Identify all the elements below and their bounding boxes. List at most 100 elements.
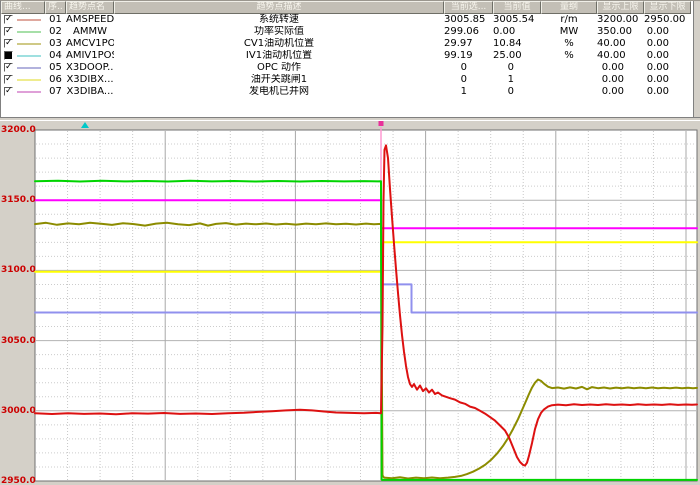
column-header-unit[interactable]: 量纲 [541, 1, 597, 14]
unit: % [541, 38, 597, 50]
point-name: X3DIBX... [66, 74, 114, 86]
curve-color-swatch [17, 55, 41, 57]
y-axis-tick-label: 3100.0 [1, 265, 33, 275]
current-value: 10.84 [493, 38, 541, 50]
row-index: 02 [45, 26, 66, 38]
curve-cell: ✓ [1, 62, 45, 74]
point-name: AMSPEED [66, 14, 114, 26]
display-upper-limit: 40.00 [597, 38, 644, 50]
display-upper-limit: 0.00 [597, 86, 644, 98]
column-header-point-name[interactable]: 趋势点名 [66, 1, 114, 14]
display-upper-limit: 350.00 [597, 26, 644, 38]
display-lower-limit: 0.00 [644, 38, 691, 50]
point-description: CV1油动机位置 [114, 38, 444, 50]
current-selected-value: 299.06 [444, 26, 493, 38]
y-axis-tick-label: 3150.0 [1, 195, 33, 205]
current-value: 1 [493, 74, 541, 86]
display-upper-limit: 0.00 [597, 74, 644, 86]
column-header-display-lower-limit[interactable]: 显示下限 [644, 1, 691, 14]
signal-table-body: ✓01AMSPEED系统转速3005.853005.54r/m3200.0029… [1, 14, 700, 98]
current-selected-value: 1 [444, 86, 493, 98]
row-index: 06 [45, 74, 66, 86]
curve-color-swatch [17, 19, 41, 21]
column-header-selected-value[interactable]: 当前选... [444, 1, 493, 14]
time-cursor-marker[interactable] [379, 121, 384, 126]
current-value: 0 [493, 62, 541, 74]
unit [541, 74, 597, 86]
unit [541, 86, 597, 98]
display-upper-limit: 40.00 [597, 50, 644, 62]
point-name: X3DOOP... [66, 62, 114, 74]
curve-cell: ✓ [1, 14, 45, 26]
display-lower-limit: 0.00 [644, 62, 691, 74]
current-selected-value: 3005.85 [444, 14, 493, 26]
unit: % [541, 50, 597, 62]
display-lower-limit: 2950.00 [644, 14, 691, 26]
signal-table-header: 曲线...序..趋势点名趋势点描述当前选...当前值量纲显示上限显示下限 [1, 1, 700, 14]
column-header-index[interactable]: 序.. [45, 1, 66, 14]
point-name: X3DIBA... [66, 86, 114, 98]
row-index: 07 [45, 86, 66, 98]
unit: r/m [541, 14, 597, 26]
signal-row[interactable]: ✓03AMCV1POSICV1油动机位置29.9710.84%40.000.00 [1, 38, 700, 50]
y-axis-tick-label: 2950.0 [1, 476, 33, 485]
signal-row[interactable]: ✓ 01AMSPEED系统转速3005.853005.54r/m3200.0029… [1, 14, 700, 26]
display-lower-limit: 0.00 [644, 74, 691, 86]
visibility-checkbox[interactable]: ✓ [4, 75, 13, 84]
display-upper-limit: 3200.00 [597, 14, 644, 26]
row-index: 01 [45, 14, 66, 26]
column-header-display-upper-limit[interactable]: 显示上限 [597, 1, 644, 14]
curve-color-swatch [17, 43, 41, 45]
row-index: 04 [45, 50, 66, 62]
visibility-checkbox[interactable] [4, 51, 13, 60]
signal-row[interactable]: ✓ 06X3DIBX...油开关跳闸101 0.000.00 [1, 74, 700, 86]
curve-color-swatch [17, 91, 41, 93]
curve-cell: ✓ [1, 74, 45, 86]
trend-chart[interactable] [0, 121, 700, 485]
point-description: 系统转速 [114, 14, 444, 26]
current-value: 3005.54 [493, 14, 541, 26]
signal-row[interactable]: ✓02AMMW功率实际值299.060.00MW350.000.00 [1, 26, 700, 38]
visibility-checkbox[interactable]: ✓ [4, 87, 13, 96]
signal-row[interactable]: ✓07X3DIBA...发电机已并网100.000.00 [1, 86, 700, 98]
visibility-checkbox[interactable]: ✓ [4, 39, 13, 48]
display-lower-limit: 0.00 [644, 26, 691, 38]
visibility-checkbox[interactable]: ✓ [4, 63, 13, 72]
curve-cell: ✓ [1, 86, 45, 98]
display-lower-limit: 0.00 [644, 86, 691, 98]
point-description: 油开关跳闸1 [114, 74, 444, 86]
current-selected-value: 29.97 [444, 38, 493, 50]
curve-cell: ✓ [1, 26, 45, 38]
y-axis-tick-label: 3050.0 [1, 336, 33, 346]
visibility-checkbox[interactable]: ✓ [4, 15, 13, 24]
curve-color-swatch [17, 67, 41, 69]
plot-area [35, 130, 697, 481]
curve-cell [1, 50, 45, 62]
point-name: AMIV1POSI [66, 50, 114, 62]
signal-row[interactable]: 04AMIV1POSIIV1油动机位置99.1925.00%40.000.00 [1, 50, 700, 62]
current-value: 0 [493, 86, 541, 98]
current-value: 25.00 [493, 50, 541, 62]
table-scrollbar-strip[interactable] [693, 1, 700, 117]
point-description: OPC 动作 [114, 62, 444, 74]
signal-table: 曲线...序..趋势点名趋势点描述当前选...当前值量纲显示上限显示下限 ✓01… [0, 0, 700, 117]
curve-color-swatch [17, 31, 41, 33]
point-description: 功率实际值 [114, 26, 444, 38]
visibility-checkbox[interactable]: ✓ [4, 27, 13, 36]
display-lower-limit: 0.00 [644, 50, 691, 62]
point-description: IV1油动机位置 [114, 50, 444, 62]
point-name: AMCV1POSI [66, 38, 114, 50]
curve-cell: ✓ [1, 38, 45, 50]
point-name: AMMW [66, 26, 114, 38]
column-header-point-description[interactable]: 趋势点描述 [114, 1, 444, 14]
y-axis-tick-label: 3000.0 [1, 406, 33, 416]
signal-row[interactable]: ✓05X3DOOP...OPC 动作000.000.00 [1, 62, 700, 74]
display-upper-limit: 0.00 [597, 62, 644, 74]
current-selected-value: 0 [444, 74, 493, 86]
column-header-current-value[interactable]: 当前值 [493, 1, 541, 14]
offscale-clip-marker-icon [81, 122, 89, 128]
current-selected-value: 0 [444, 62, 493, 74]
y-axis-tick-label: 3200.0 [1, 125, 33, 135]
unit [541, 62, 597, 74]
column-header-curve[interactable]: 曲线... [1, 1, 45, 14]
